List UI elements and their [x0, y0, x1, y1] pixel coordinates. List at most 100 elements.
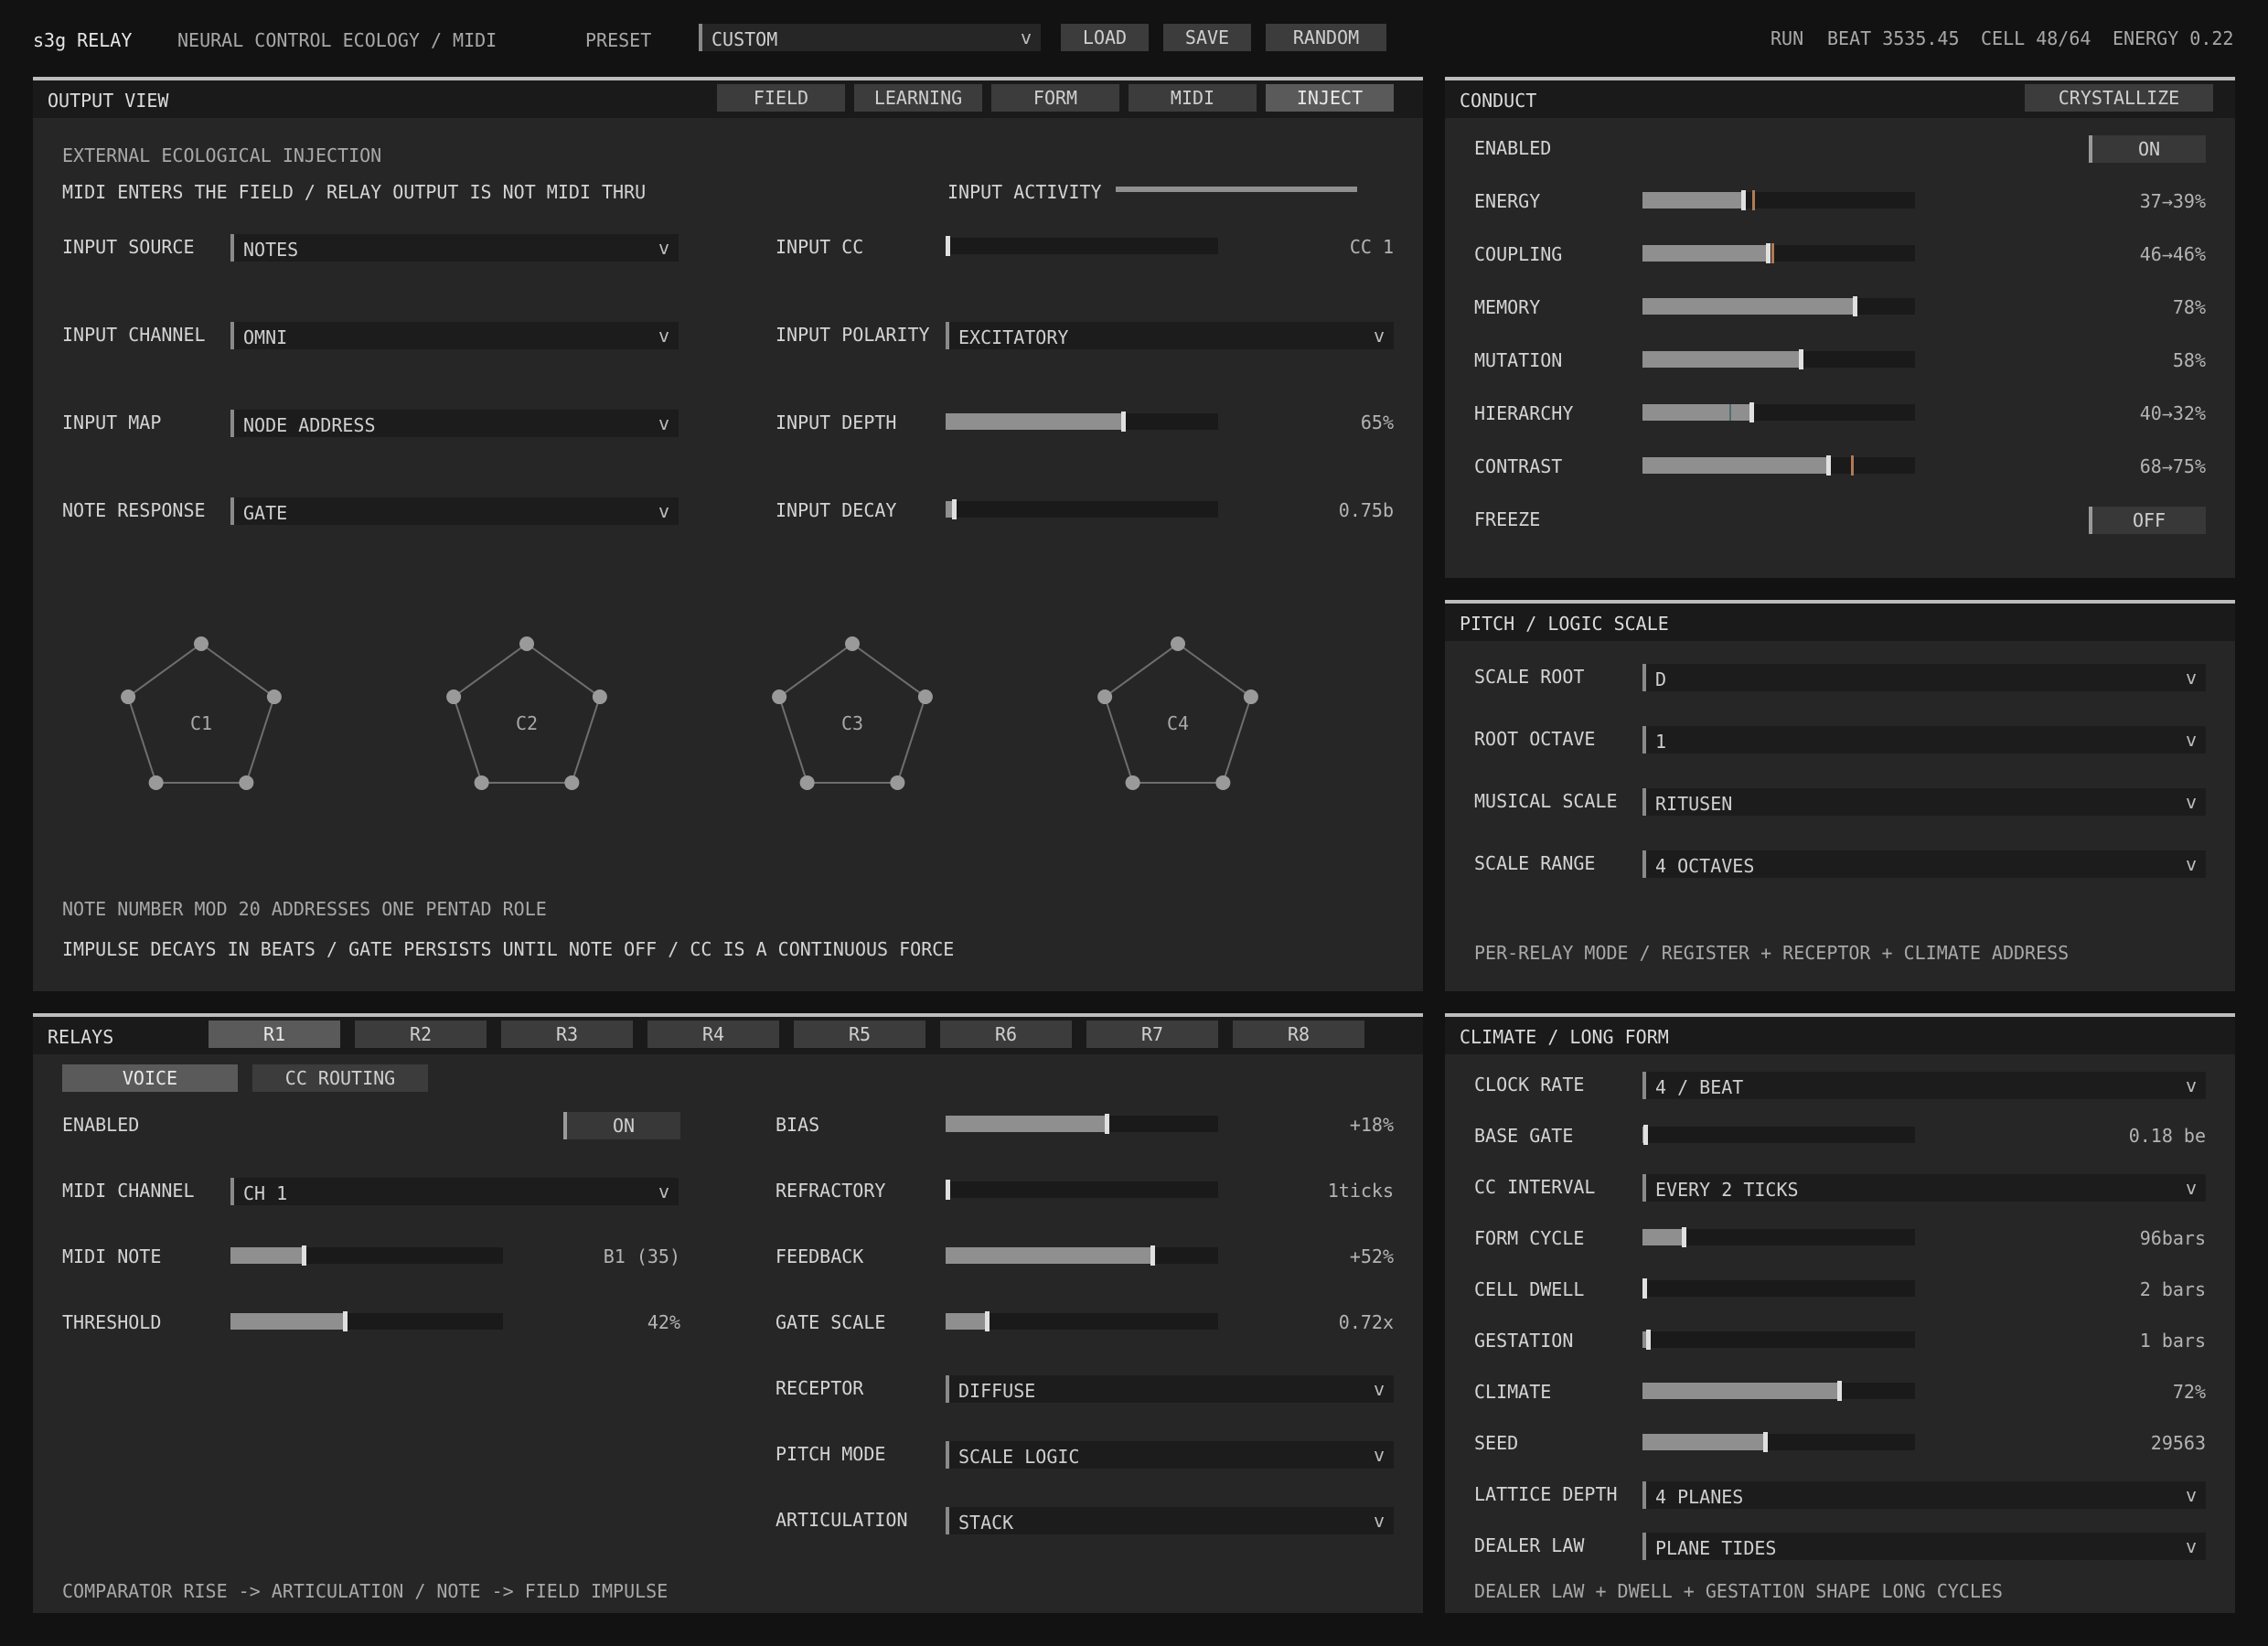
tab-form[interactable]: FORM [991, 84, 1119, 112]
pentad-node[interactable] [194, 636, 209, 651]
pentad-node[interactable] [148, 775, 164, 790]
relay-tab-r1[interactable]: R1 [209, 1021, 340, 1048]
pentad-node[interactable] [1171, 636, 1185, 651]
form-cycle-slider[interactable] [1642, 1227, 1915, 1247]
slider-handle[interactable] [946, 236, 950, 256]
conduct-mutation-slider[interactable] [1642, 349, 1915, 369]
midi-channel-select[interactable]: CH 1 v [230, 1178, 679, 1205]
slider-handle[interactable] [1150, 1245, 1156, 1266]
input-polarity-select[interactable]: EXCITATORY v [946, 322, 1394, 349]
save-button[interactable]: SAVE [1163, 24, 1251, 51]
load-button[interactable]: LOAD [1061, 24, 1149, 51]
tab-learning[interactable]: LEARNING [854, 84, 982, 112]
climate-slider[interactable] [1642, 1381, 1915, 1401]
bias-slider[interactable] [946, 1114, 1218, 1134]
conduct-contrast-slider[interactable] [1642, 455, 1915, 476]
crystallize-button[interactable]: CRYSTALLIZE [2025, 84, 2213, 112]
tab-field[interactable]: FIELD [717, 84, 845, 112]
pentad-node[interactable] [121, 689, 136, 705]
slider-handle[interactable] [343, 1311, 348, 1331]
midi-note-slider[interactable] [230, 1245, 503, 1266]
gate-scale-slider[interactable] [946, 1311, 1218, 1331]
pentad-node[interactable] [1243, 689, 1258, 705]
tab-midi[interactable]: MIDI [1129, 84, 1257, 112]
slider-handle[interactable] [1642, 1278, 1647, 1299]
slider-handle[interactable] [946, 1180, 950, 1200]
slider-handle[interactable] [1104, 1114, 1109, 1134]
pentad-node[interactable] [446, 689, 462, 705]
pentad-node[interactable] [772, 689, 787, 705]
tab-inject[interactable]: INJECT [1266, 84, 1394, 112]
pentad-node[interactable] [266, 689, 282, 705]
clock-rate-select[interactable]: 4 / BEAT v [1642, 1072, 2206, 1099]
pentad-node[interactable] [1097, 689, 1113, 705]
slider-handle[interactable] [1853, 296, 1858, 316]
slider-handle[interactable] [1836, 1381, 1842, 1401]
refractory-slider[interactable] [946, 1180, 1218, 1200]
scale-range-select[interactable]: 4 OCTAVES v [1642, 850, 2206, 878]
base-gate-slider[interactable] [1642, 1125, 1915, 1145]
slider-handle[interactable] [984, 1311, 990, 1331]
input-depth-slider[interactable] [946, 412, 1218, 432]
pentad-node[interactable] [474, 775, 489, 790]
pentad-node[interactable] [592, 689, 607, 705]
slider-handle[interactable] [1766, 243, 1771, 263]
seed-slider[interactable] [1642, 1432, 1915, 1452]
freeze-toggle[interactable]: OFF [2089, 507, 2206, 534]
pentad-node[interactable] [845, 636, 860, 651]
cc-interval-select[interactable]: EVERY 2 TICKS v [1642, 1174, 2206, 1202]
receptor-select[interactable]: DIFFUSE v [946, 1375, 1394, 1403]
input-map-select[interactable]: NODE ADDRESS v [230, 410, 679, 437]
pentad-node[interactable] [917, 689, 933, 705]
pentad-node[interactable] [1125, 775, 1140, 790]
slider-handle[interactable] [1120, 412, 1126, 432]
pentad-node[interactable] [519, 636, 534, 651]
conduct-enabled-toggle[interactable]: ON [2089, 135, 2206, 163]
root-octave-select[interactable]: 1v [1642, 726, 2206, 754]
pentad-node[interactable] [890, 775, 905, 790]
slider-handle[interactable] [1645, 1330, 1651, 1350]
musical-scale-select[interactable]: RITUSEN v [1642, 788, 2206, 816]
lattice-depth-select[interactable]: 4 PLANES v [1642, 1481, 2206, 1509]
slider-handle[interactable] [1642, 1125, 1648, 1145]
slider-handle[interactable] [302, 1245, 307, 1266]
pentad-node[interactable] [1215, 775, 1231, 790]
conduct-memory-slider[interactable] [1642, 296, 1915, 316]
input-source-select[interactable]: NOTES v [230, 234, 679, 262]
articulation-select[interactable]: STACK v [946, 1507, 1394, 1534]
pitch-mode-select[interactable]: SCALE LOGIC v [946, 1441, 1394, 1469]
slider-handle[interactable] [951, 499, 957, 519]
input-channel-select[interactable]: OMNI v [230, 322, 679, 349]
relay-tab-r7[interactable]: R7 [1086, 1021, 1218, 1048]
cell-dwell-slider[interactable] [1642, 1278, 1915, 1299]
random-button[interactable]: RANDOM [1266, 24, 1386, 51]
relay-tab-r2[interactable]: R2 [355, 1021, 487, 1048]
conduct-energy-slider[interactable] [1642, 190, 1915, 210]
gestation-slider[interactable] [1642, 1330, 1915, 1350]
slider-handle[interactable] [1681, 1227, 1686, 1247]
feedback-slider[interactable] [946, 1245, 1218, 1266]
subtab-cc-routing[interactable]: CC ROUTING [252, 1064, 428, 1092]
relay-tab-r4[interactable]: R4 [647, 1021, 779, 1048]
scale-root-select[interactable]: Dv [1642, 664, 2206, 691]
input-decay-slider[interactable] [946, 499, 1218, 519]
relay-enabled-toggle[interactable]: ON [563, 1112, 680, 1139]
slider-handle[interactable] [1749, 402, 1755, 422]
slider-handle[interactable] [1763, 1432, 1769, 1452]
slider-handle[interactable] [1741, 190, 1747, 210]
dealer-law-select[interactable]: PLANE TIDES v [1642, 1533, 2206, 1560]
relay-tab-r6[interactable]: R6 [940, 1021, 1072, 1048]
conduct-coupling-slider[interactable] [1642, 243, 1915, 263]
relay-tab-r5[interactable]: R5 [794, 1021, 925, 1048]
preset-select[interactable]: CUSTOM v [699, 24, 1041, 51]
slider-handle[interactable] [1798, 349, 1803, 369]
pentad-node[interactable] [239, 775, 254, 790]
note-response-select[interactable]: GATE v [230, 497, 679, 525]
slider-handle[interactable] [1825, 455, 1831, 476]
relay-tab-r8[interactable]: R8 [1233, 1021, 1364, 1048]
pentad-node[interactable] [799, 775, 815, 790]
conduct-hierarchy-slider[interactable] [1642, 402, 1915, 422]
input-cc-slider[interactable] [946, 236, 1218, 256]
subtab-voice[interactable]: VOICE [62, 1064, 238, 1092]
pentad-node[interactable] [564, 775, 580, 790]
